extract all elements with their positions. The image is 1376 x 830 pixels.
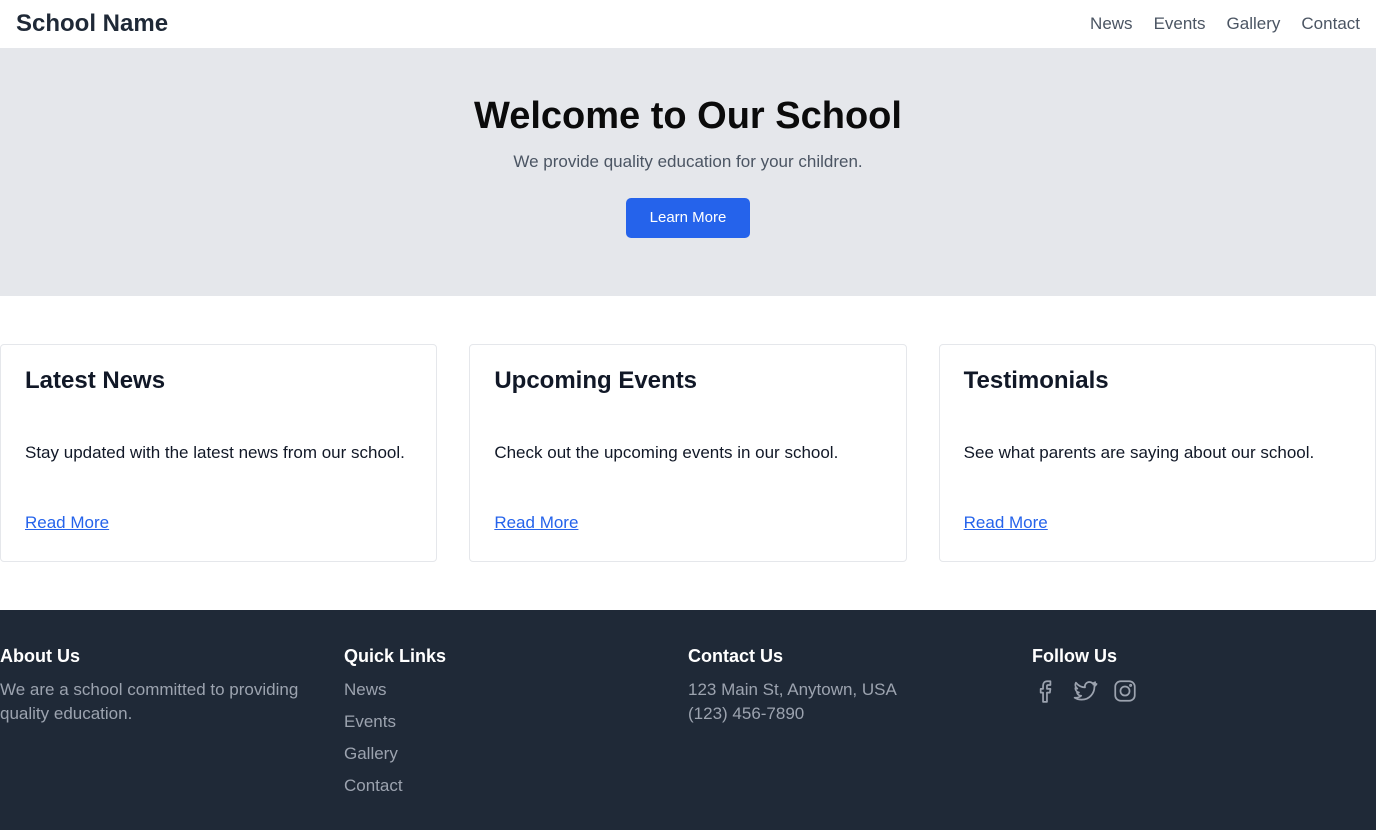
hero-title: Welcome to Our School <box>474 95 902 137</box>
footer-heading: Follow Us <box>1032 646 1117 666</box>
contact-phone: (123) 456-7890 <box>688 704 805 723</box>
card-title: Testimonials <box>963 367 1109 394</box>
hero-section: Welcome to Our School We provide quality… <box>0 48 1376 296</box>
footer-link-events[interactable]: Events <box>344 710 688 734</box>
nav-link-news[interactable]: News <box>1090 14 1133 34</box>
footer-link-gallery[interactable]: Gallery <box>344 742 688 766</box>
footer-link-news[interactable]: News <box>344 678 688 702</box>
footer-link-contact[interactable]: Contact <box>344 774 688 798</box>
about-text: We are a school committed to providing q… <box>0 680 299 723</box>
card-latest-news: Latest News Stay updated with the latest… <box>0 344 438 562</box>
footer-follow: Follow Us <box>1032 644 1376 830</box>
footer-heading: Contact Us <box>688 646 784 666</box>
read-more-link[interactable]: Read More <box>964 513 1351 533</box>
facebook-icon[interactable] <box>1032 678 1058 704</box>
card-title: Latest News <box>25 367 166 394</box>
card-text: Stay updated with the latest news from o… <box>25 443 405 462</box>
footer: About Us We are a school committed to pr… <box>0 610 1376 830</box>
read-more-link[interactable]: Read More <box>494 513 881 533</box>
read-more-link[interactable]: Read More <box>25 513 412 533</box>
nav-link-events[interactable]: Events <box>1154 14 1206 34</box>
cards-section: Latest News Stay updated with the latest… <box>0 296 1376 610</box>
card-title: Upcoming Events <box>494 367 698 394</box>
learn-more-button[interactable]: Learn More <box>626 198 750 238</box>
navbar: School Name News Events Gallery Contact <box>0 0 1376 48</box>
footer-about: About Us We are a school committed to pr… <box>0 644 344 830</box>
brand-logo[interactable]: School Name <box>16 10 168 38</box>
card-upcoming-events: Upcoming Events Check out the upcoming e… <box>469 344 907 562</box>
nav-link-contact[interactable]: Contact <box>1301 14 1360 34</box>
quick-links-list: News Events Gallery Contact <box>344 678 688 798</box>
hero-subtitle: We provide quality education for your ch… <box>513 152 863 171</box>
footer-contact: Contact Us 123 Main St, Anytown, USA (12… <box>688 644 1032 830</box>
main-nav: News Events Gallery Contact <box>1090 14 1360 34</box>
card-testimonials: Testimonials See what parents are saying… <box>938 344 1376 562</box>
footer-heading: About Us <box>0 646 80 666</box>
card-text: Check out the upcoming events in our sch… <box>494 443 839 462</box>
twitter-icon[interactable] <box>1072 678 1098 704</box>
contact-address: 123 Main St, Anytown, USA <box>688 680 897 699</box>
instagram-icon[interactable] <box>1112 678 1138 704</box>
footer-heading: Quick Links <box>344 646 447 666</box>
nav-link-gallery[interactable]: Gallery <box>1227 14 1281 34</box>
social-links <box>1032 678 1376 704</box>
card-text: See what parents are saying about our sc… <box>963 443 1315 462</box>
footer-quick-links: Quick Links News Events Gallery Contact <box>344 644 688 830</box>
